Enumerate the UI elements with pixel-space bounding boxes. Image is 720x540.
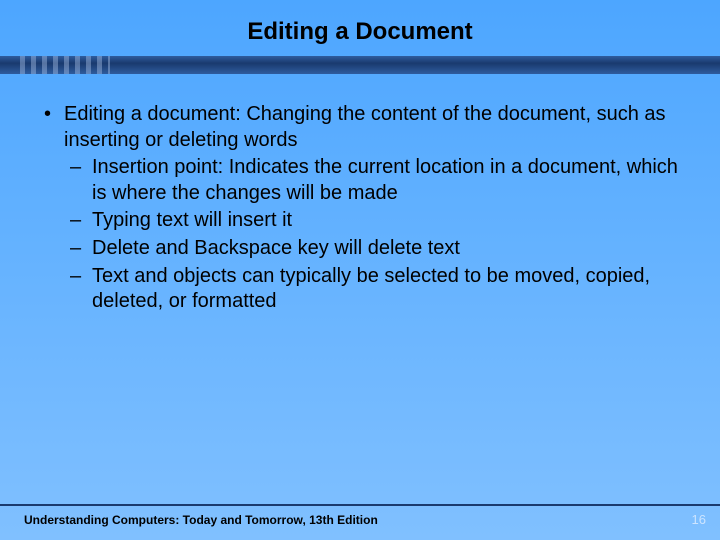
sub-bullet-text: Insertion point: Indicates the current l… (92, 156, 678, 204)
sub-bullet: Delete and Backspace key will delete tex… (64, 236, 680, 262)
sub-bullet-text: Text and objects can typically be select… (92, 265, 650, 313)
sub-bullet-list: Insertion point: Indicates the current l… (64, 155, 680, 315)
bullet-main: Editing a document: Changing the content… (40, 102, 680, 315)
content-area: Editing a document: Changing the content… (0, 74, 720, 315)
bullet-main-text: Editing a document: Changing the content… (64, 103, 666, 151)
sub-bullet: Typing text will insert it (64, 208, 680, 234)
footer: Understanding Computers: Today and Tomor… (0, 504, 720, 540)
title-divider (0, 56, 720, 74)
footer-row: Understanding Computers: Today and Tomor… (0, 506, 720, 527)
title-area: Editing a Document (0, 0, 720, 46)
sub-bullet: Text and objects can typically be select… (64, 264, 680, 315)
sub-bullet: Insertion point: Indicates the current l… (64, 155, 680, 206)
slide-title: Editing a Document (0, 18, 720, 46)
footer-text: Understanding Computers: Today and Tomor… (24, 513, 378, 527)
slide: Editing a Document Editing a document: C… (0, 0, 720, 540)
page-number: 16 (692, 512, 706, 527)
sub-bullet-text: Delete and Backspace key will delete tex… (92, 237, 460, 259)
sub-bullet-text: Typing text will insert it (92, 209, 292, 231)
bullet-list: Editing a document: Changing the content… (40, 102, 680, 315)
